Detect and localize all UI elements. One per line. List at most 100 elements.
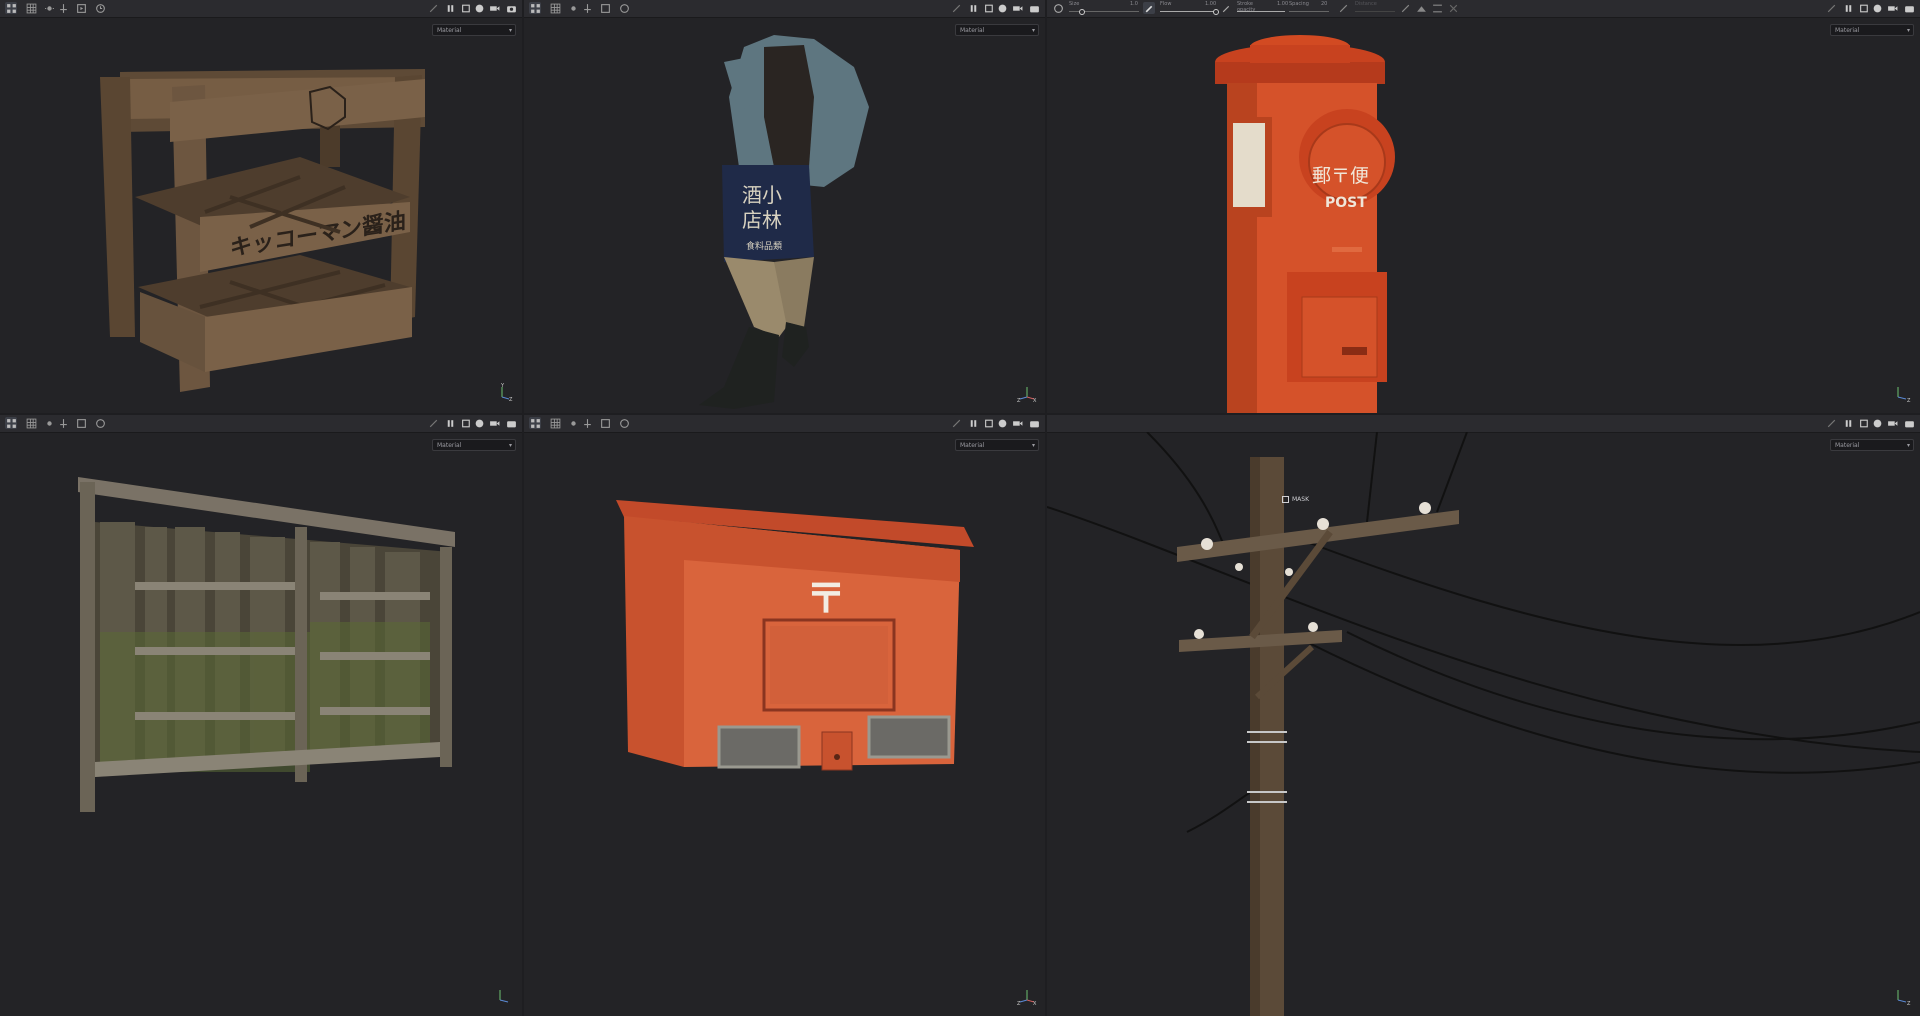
pause-icon[interactable] xyxy=(967,2,979,14)
spacing-value: 20 xyxy=(1321,1,1328,7)
stroke-opacity-value: 1.00 xyxy=(1277,1,1289,7)
history-icon[interactable] xyxy=(94,2,106,14)
viewport-fence[interactable]: Material ▾ xyxy=(0,415,522,1016)
axis-icon[interactable] xyxy=(581,2,593,14)
axis-x-label: X xyxy=(1033,398,1037,403)
grid-fine-icon[interactable] xyxy=(549,2,561,14)
mirror-icon[interactable] xyxy=(1447,2,1459,14)
light-icon[interactable] xyxy=(567,2,579,14)
align-icon[interactable] xyxy=(1431,2,1443,14)
screenshot-icon[interactable] xyxy=(1903,417,1915,429)
flow-slider[interactable] xyxy=(1160,9,1219,15)
grid-icon[interactable] xyxy=(529,2,541,14)
brush-circle-icon[interactable] xyxy=(1052,2,1064,14)
frame-icon[interactable] xyxy=(75,2,87,14)
video-icon[interactable] xyxy=(1011,2,1023,14)
solo-icon[interactable] xyxy=(1825,2,1837,14)
light-icon[interactable] xyxy=(43,417,55,429)
axis-icon[interactable] xyxy=(57,2,69,14)
mailbox-model: 〒 ZX xyxy=(524,432,1045,1016)
sphere-icon[interactable] xyxy=(996,2,1008,14)
sphere-icon[interactable] xyxy=(473,2,485,14)
pause-icon[interactable] xyxy=(444,2,456,14)
flow-slider-handle[interactable] xyxy=(1213,9,1219,15)
solo-icon[interactable] xyxy=(427,2,439,14)
axis-gizmo-icon: YZ xyxy=(500,383,513,403)
grid-icon[interactable] xyxy=(5,417,17,429)
frame-icon[interactable] xyxy=(599,417,611,429)
camera-frame-icon[interactable] xyxy=(460,417,472,429)
size-slider[interactable] xyxy=(1069,9,1139,15)
frame-icon[interactable] xyxy=(599,2,611,14)
mask-checkbox[interactable] xyxy=(1282,496,1289,503)
screenshot-icon[interactable] xyxy=(505,2,517,14)
screenshot-icon[interactable] xyxy=(505,417,517,429)
viewport-figure[interactable]: Material ▾ 酒小 店林 食料品類 ZX xyxy=(524,0,1045,413)
sphere-icon[interactable] xyxy=(996,417,1008,429)
apron-line-1: 酒小 xyxy=(742,183,782,207)
axis-gizmo-icon: ZX xyxy=(1017,990,1037,1006)
screenshot-icon[interactable] xyxy=(1903,2,1915,14)
video-icon[interactable] xyxy=(1886,417,1898,429)
camera-frame-icon[interactable] xyxy=(460,2,472,14)
video-icon[interactable] xyxy=(488,417,500,429)
mailbox-postal-mark: 〒 xyxy=(806,576,846,622)
mask-label: MASK xyxy=(1292,496,1310,503)
size-slider-handle[interactable] xyxy=(1079,9,1085,15)
history-icon[interactable] xyxy=(618,2,630,14)
axis-z-label: Z xyxy=(1017,398,1021,403)
stroke-opacity-slider[interactable] xyxy=(1237,11,1285,12)
grid-fine-icon[interactable] xyxy=(25,417,37,429)
screenshot-icon[interactable] xyxy=(1028,417,1040,429)
solo-icon[interactable] xyxy=(427,417,439,429)
history-icon[interactable] xyxy=(618,417,630,429)
solo-icon[interactable] xyxy=(950,2,962,14)
mountain-icon[interactable] xyxy=(1415,2,1427,14)
light-icon[interactable] xyxy=(567,417,579,429)
camera-frame-icon[interactable] xyxy=(983,2,995,14)
grid-fine-icon[interactable] xyxy=(549,417,561,429)
video-icon[interactable] xyxy=(1011,417,1023,429)
solo-icon[interactable] xyxy=(950,417,962,429)
pause-icon[interactable] xyxy=(444,417,456,429)
viewport-toolbar xyxy=(1047,415,1920,433)
frame-icon[interactable] xyxy=(75,417,87,429)
distance-slider[interactable] xyxy=(1355,11,1395,12)
sphere-icon[interactable] xyxy=(473,417,485,429)
lazy-mouse-icon[interactable] xyxy=(1337,2,1349,14)
viewport-toolbar: Size 1.0 Flow 1.00 Stroke opacity 1.00 S… xyxy=(1047,0,1920,18)
mask-toggle[interactable]: MASK xyxy=(1282,496,1309,503)
grid-fine-icon[interactable] xyxy=(25,2,37,14)
postbox-post-text: POST xyxy=(1325,195,1367,211)
screenshot-icon[interactable] xyxy=(1028,2,1040,14)
light-icon[interactable] xyxy=(43,2,55,14)
pen-pressure-icon[interactable] xyxy=(1143,2,1155,14)
brush-pen-icon[interactable] xyxy=(1220,2,1232,14)
history-icon[interactable] xyxy=(94,417,106,429)
grid-icon[interactable] xyxy=(529,417,541,429)
axis-z-label: Z xyxy=(1907,1001,1911,1006)
viewport-mailbox[interactable]: Material ▾ 〒 ZX xyxy=(524,415,1045,1016)
pause-icon[interactable] xyxy=(1842,2,1854,14)
camera-frame-icon[interactable] xyxy=(1858,417,1870,429)
camera-frame-icon[interactable] xyxy=(1858,2,1870,14)
solo-icon[interactable] xyxy=(1825,417,1837,429)
camera-frame-icon[interactable] xyxy=(983,417,995,429)
viewport-crate[interactable]: Material ▾ キッコーマン醤油 Y Z xyxy=(0,0,522,413)
sphere-icon[interactable] xyxy=(1871,2,1883,14)
symmetry-icon[interactable] xyxy=(1399,2,1411,14)
postbox-kanji: 郵〒便 xyxy=(1312,165,1369,187)
pause-icon[interactable] xyxy=(1842,417,1854,429)
grid-icon[interactable] xyxy=(5,2,17,14)
axis-icon[interactable] xyxy=(57,417,69,429)
pause-icon[interactable] xyxy=(967,417,979,429)
viewport-postbox[interactable]: Size 1.0 Flow 1.00 Stroke opacity 1.00 S… xyxy=(1047,0,1920,413)
video-icon[interactable] xyxy=(488,2,500,14)
axis-icon[interactable] xyxy=(581,417,593,429)
viewport-pole[interactable]: Material ▾ Z xyxy=(1047,415,1920,1016)
axis-gizmo-icon: Z xyxy=(1897,387,1911,403)
sphere-icon[interactable] xyxy=(1871,417,1883,429)
spacing-slider[interactable] xyxy=(1289,11,1329,12)
viewport-toolbar xyxy=(524,0,1045,18)
video-icon[interactable] xyxy=(1886,2,1898,14)
